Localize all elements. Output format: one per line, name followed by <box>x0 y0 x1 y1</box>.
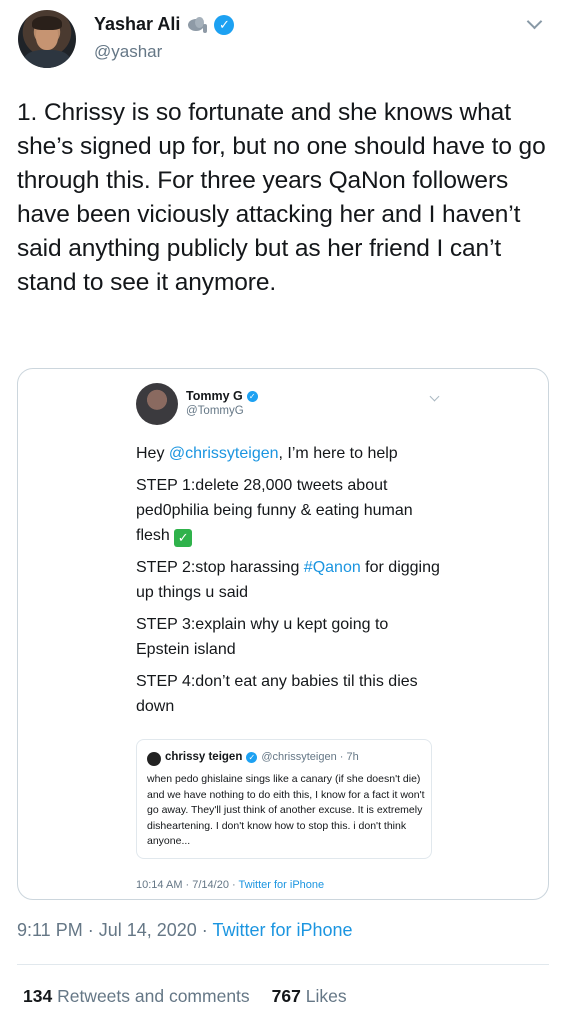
chevron-down-icon[interactable] <box>526 14 544 32</box>
embedded-avatar <box>136 383 178 425</box>
quoted-display-name: chrissy teigen <box>165 751 243 763</box>
embedded-step-1: STEP 1:delete 28,000 tweets about ped0ph… <box>136 477 413 547</box>
tweet-timestamp: 9:11 PM · Jul 14, 2020 · Twitter for iPh… <box>17 920 353 941</box>
author-handle[interactable]: @yashar <box>94 42 162 62</box>
quoted-avatar <box>147 752 161 766</box>
verified-badge-icon: ✓ <box>214 14 235 35</box>
mention-link: @chrissyteigen <box>168 445 279 462</box>
embedded-name-row: Tommy G ✓ <box>186 389 258 403</box>
chevron-down-icon <box>430 393 440 403</box>
embedded-handle: @TommyG <box>186 405 244 417</box>
embedded-step-4: STEP 4:don’t eat any babies til this die… <box>136 673 418 715</box>
quoted-header: chrissy teigen ✓ @chrissyteigen · 7h <box>165 751 359 763</box>
divider <box>17 964 549 965</box>
author-avatar[interactable] <box>18 10 76 68</box>
embedded-display-name: Tommy G <box>186 389 243 403</box>
embedded-tweet-text: Hey @chrissyteigen, I’m here to help STE… <box>136 441 446 726</box>
embedded-footer: 10:14 AM · 7/14/20 · Twitter for iPhone <box>136 879 325 891</box>
retweets-stat[interactable]: 134 Retweets and comments <box>23 986 250 1007</box>
hashtag-link: #Qanon <box>303 559 361 576</box>
quoted-meta: @chrissyteigen · 7h <box>261 751 359 763</box>
likes-stat[interactable]: 767 Likes <box>272 986 347 1007</box>
quoted-text: when pedo ghislaine sings like a canary … <box>147 773 425 847</box>
verified-badge-icon: ✓ <box>246 751 258 763</box>
author-name-row[interactable]: Yashar Ali ✓ <box>94 14 235 35</box>
embedded-step-2: STEP 2:stop harassing #Qanon for digging… <box>136 559 440 601</box>
verified-badge-icon: ✓ <box>246 390 258 402</box>
author-display-name[interactable]: Yashar Ali <box>94 14 180 35</box>
embedded-line-greeting: Hey @chrissyteigen, I’m here to help <box>136 445 398 462</box>
elephant-emoji-icon <box>186 16 208 34</box>
tweet-header: Yashar Ali ✓ @yashar <box>0 0 563 90</box>
quoted-tweet: chrissy teigen ✓ @chrissyteigen · 7h whe… <box>136 739 432 859</box>
embedded-tweet-image[interactable]: Tommy G ✓ @TommyG Hey @chrissyteigen, I’… <box>17 368 549 900</box>
tweet-stats: 134 Retweets and comments 767 Likes <box>23 986 347 1007</box>
tweet-source-link[interactable]: Twitter for iPhone <box>212 920 352 940</box>
embedded-step-3: STEP 3:explain why u kept going to Epste… <box>136 616 389 658</box>
check-mark-emoji-icon: ✓ <box>174 529 193 547</box>
tweet-time[interactable]: 9:11 PM · Jul 14, 2020 · <box>17 920 212 940</box>
tweet-text: 1. Chrissy is so fortunate and she knows… <box>17 99 546 296</box>
